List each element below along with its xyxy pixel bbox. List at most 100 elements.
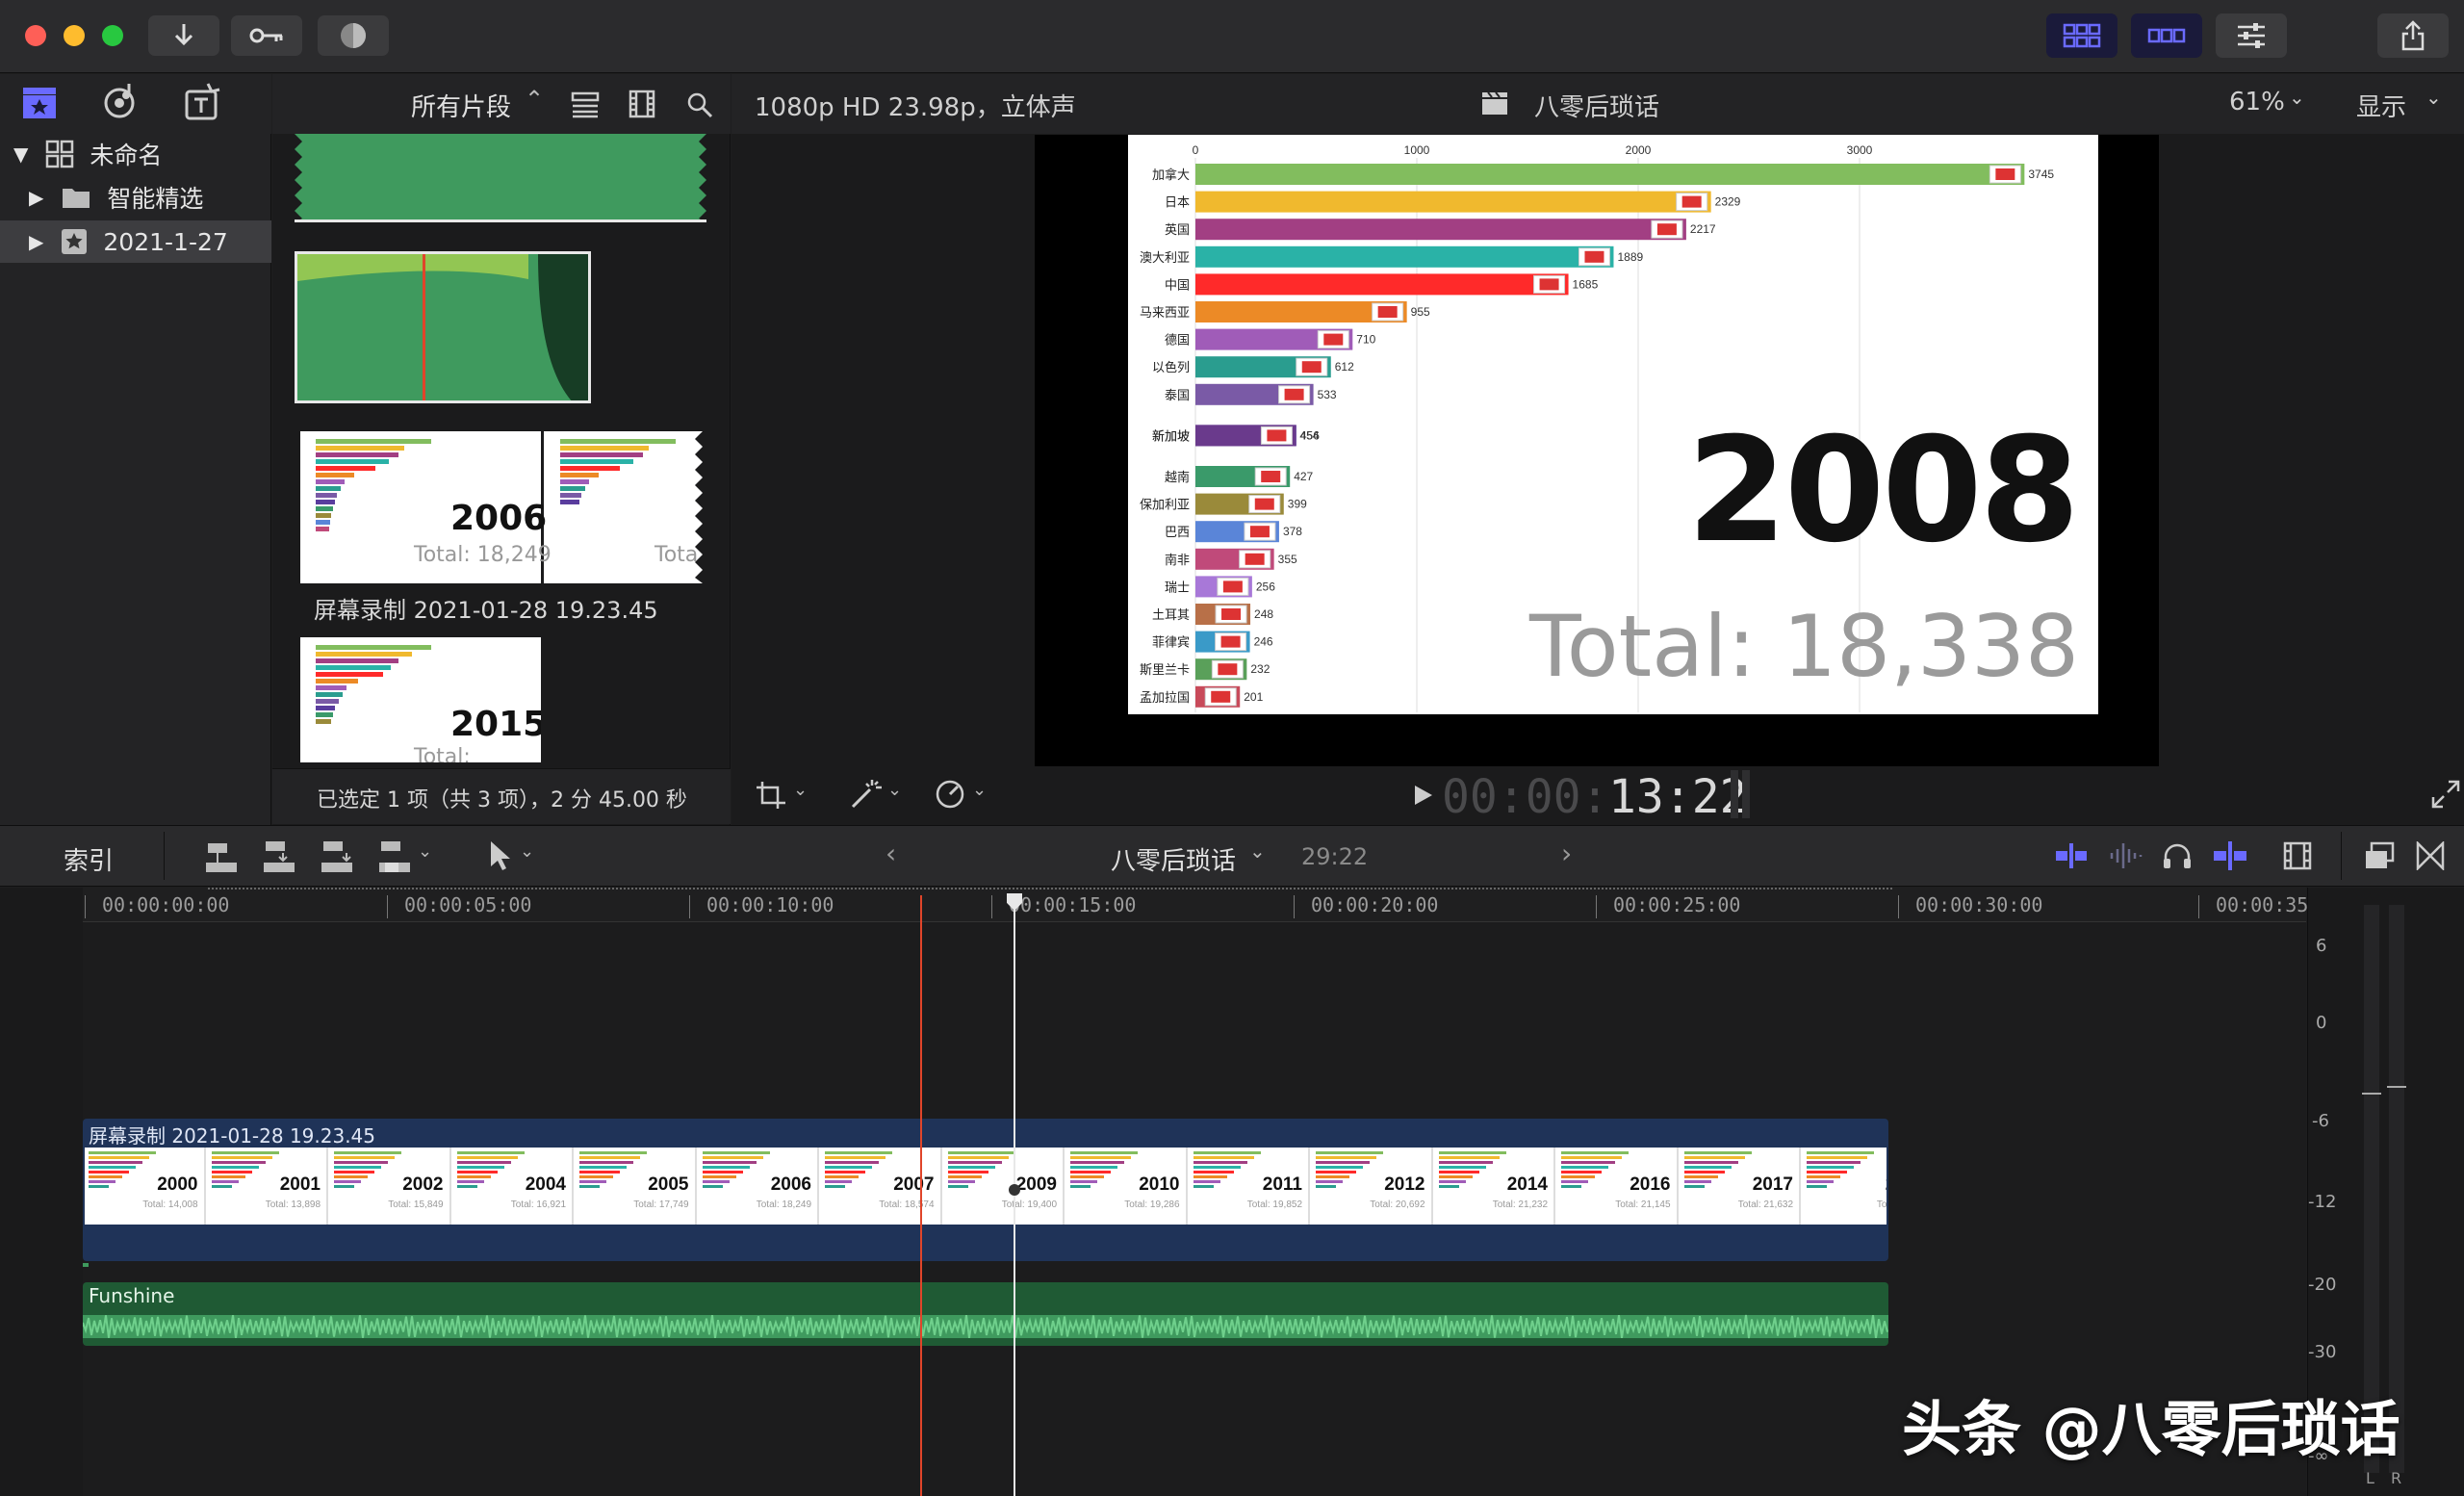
thumbnail-bar [1807, 1161, 1861, 1164]
photos-audio-button[interactable] [100, 82, 141, 120]
disclosure-collapsed-icon[interactable]: ▶ [29, 186, 43, 209]
flag-icon [1539, 278, 1559, 291]
library-layout-button[interactable] [2046, 13, 2118, 58]
thumbnail-bar [702, 1156, 763, 1159]
share-button[interactable] [2377, 13, 2449, 58]
chart-bar [1195, 219, 1686, 241]
thumbnail-bar [579, 1185, 600, 1188]
headphones-icon[interactable] [2162, 841, 2193, 870]
timeline-index-button[interactable]: 索引 [64, 841, 114, 877]
filmstrip-icon[interactable] [629, 90, 655, 118]
thumbnail-year: 2014 [1506, 1174, 1548, 1195]
magic-wand-icon[interactable] [849, 778, 884, 811]
transform-icon[interactable] [755, 780, 787, 811]
display-dropdown[interactable]: 显示 [2356, 88, 2406, 123]
skimming-icon[interactable] [2054, 841, 2089, 870]
clip-appearance-icon[interactable] [571, 91, 600, 118]
chart-value-label: 955 [1411, 305, 1430, 319]
play-icon[interactable] [1413, 784, 1434, 807]
thumbnail-year: 2002 [402, 1174, 444, 1195]
chart-category-label: 新加坡 [1152, 428, 1190, 444]
flag-icon [1254, 498, 1274, 510]
background-tasks-button[interactable] [318, 15, 389, 56]
thumbnail-bar [334, 1166, 381, 1169]
clip-filter-dropdown[interactable]: 所有片段 [411, 88, 511, 123]
thumbnail-total: Total: 18,249 [756, 1199, 811, 1210]
chevron-down-icon[interactable]: ⌄ [793, 780, 808, 800]
library-item-root[interactable]: ▼ 未命名 [0, 133, 271, 175]
libraries-button[interactable] [21, 84, 58, 120]
browser-screen-recording-clip[interactable]: 2006 Total: 18,249 Tota [300, 431, 703, 583]
meter-label: -12 [2308, 1192, 2337, 1212]
effects-browser-icon[interactable] [2364, 841, 2395, 870]
disclosure-expanded-icon[interactable]: ▼ [13, 142, 28, 166]
library-item-event[interactable]: ▶ 2021-1-27 [0, 220, 271, 263]
search-icon[interactable] [686, 91, 713, 118]
thumbnail-bar [1683, 1161, 1738, 1164]
close-window-button[interactable] [25, 25, 46, 46]
filmstrip-thumbnail: 2005 Total: 17,749 [576, 1148, 697, 1225]
zoom-dropdown[interactable]: 61% [2229, 88, 2285, 116]
browser-selected-audio-clip[interactable] [295, 251, 591, 403]
thumbnail-bar [1807, 1166, 1854, 1169]
thumbnail-total: Total: 21,632 [1737, 1199, 1793, 1210]
thumbnail-bar [947, 1180, 975, 1183]
transitions-browser-icon[interactable] [2416, 841, 2445, 870]
connect-clip-icon[interactable] [204, 839, 239, 874]
chevron-down-icon[interactable]: ⌄ [1249, 839, 1266, 863]
browser-layout-button[interactable] [2131, 13, 2202, 58]
append-clip-icon[interactable] [320, 839, 354, 874]
chart-tick-label: 1000 [1404, 143, 1430, 157]
inspector-button[interactable] [2216, 13, 2287, 58]
browser-clip-thumbnail-2015[interactable]: 2015 Total: 21,182 [300, 637, 541, 762]
import-button[interactable] [148, 15, 219, 56]
flag-icon [1211, 690, 1231, 703]
chevron-down-icon[interactable]: ⌄ [2426, 86, 2442, 109]
insert-clip-icon[interactable] [262, 839, 296, 874]
thumbnail-bar [1561, 1185, 1581, 1188]
browser-audio-clip[interactable] [295, 134, 706, 222]
history-forward-icon[interactable]: › [1561, 838, 1572, 869]
viewer-controls: ⌄ ⌄ ⌄ 00:00: 13:22 [732, 766, 2464, 824]
thumbnail-bar [1438, 1171, 1479, 1174]
chevron-down-icon[interactable]: ⌄ [520, 841, 534, 862]
overwrite-clip-icon[interactable] [377, 839, 412, 874]
thumbnail-bar [825, 1161, 879, 1164]
chart-category-label: 中国 [1165, 278, 1190, 293]
chevron-updown-icon[interactable]: ⌃ [525, 86, 544, 113]
timeline-project-name[interactable]: 八零后琐话 [1111, 841, 1236, 877]
thumbnail-bar [1438, 1156, 1500, 1159]
library-item-smart-collections[interactable]: ▶ 智能精选 [0, 176, 271, 219]
timeline-audio-clip[interactable]: Funshine [83, 1282, 1888, 1346]
chevron-down-icon[interactable]: ⌄ [972, 780, 987, 800]
minimize-window-button[interactable] [64, 25, 85, 46]
thumbnail-bar [334, 1185, 354, 1188]
keywords-button[interactable] [231, 15, 302, 56]
snapping-icon[interactable] [2212, 839, 2248, 872]
timecode-dim: 00:00: [1442, 770, 1609, 824]
select-tool-icon[interactable] [487, 839, 512, 872]
library-item-label: 未命名 [90, 142, 163, 169]
speed-gauge-icon[interactable] [934, 778, 966, 811]
history-back-icon[interactable]: ‹ [886, 838, 896, 869]
disclosure-collapsed-icon[interactable]: ▶ [29, 230, 43, 253]
fullscreen-icon[interactable] [2431, 780, 2460, 809]
playhead[interactable] [1014, 895, 1015, 1496]
clip-appearance-icon[interactable] [2283, 841, 2312, 870]
chevron-down-icon[interactable]: ⌄ [887, 780, 902, 800]
chevron-down-icon[interactable]: ⌄ [418, 841, 432, 862]
filmstrip-thumbnail: 2017 Total: 21,632 [1680, 1148, 1801, 1225]
titles-generators-button[interactable] [183, 82, 221, 120]
chevron-down-icon[interactable]: ⌄ [2289, 86, 2305, 109]
thumbnail-bar [702, 1166, 750, 1169]
meter-channel-label: R [2391, 1469, 2402, 1487]
timeline-video-clip[interactable]: 屏幕录制 2021-01-28 19.23.45 2000 Total: 14,0… [83, 1119, 1888, 1261]
zoom-window-button[interactable] [102, 25, 123, 46]
peak-indicator [2387, 1086, 2406, 1088]
thumbnail-total: Total: 14,008 [142, 1199, 198, 1210]
ruler-label: 00:00:30:00 [1915, 893, 2043, 916]
chart-category-label: 南非 [1165, 553, 1190, 568]
audio-skimming-icon[interactable] [2108, 841, 2143, 870]
chart-category-label: 德国 [1165, 334, 1190, 348]
thumbnail-bar [947, 1161, 1002, 1164]
